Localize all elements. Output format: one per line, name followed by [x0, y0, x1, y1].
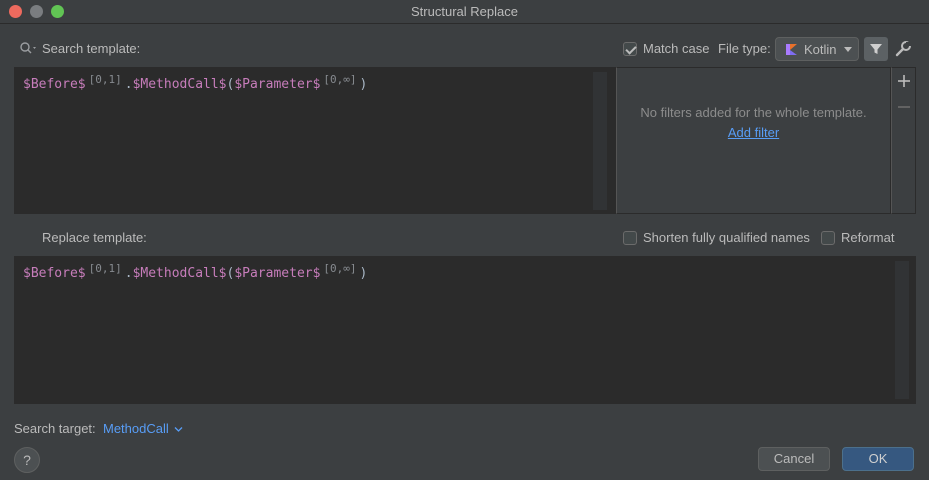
- replace-editor-scrollbar[interactable]: [895, 261, 909, 399]
- method-call-variable[interactable]: $MethodCall$: [133, 77, 227, 92]
- replace-template-code: $Before$ [0,1] .$MethodCall$($Parameter$ [0…: [23, 262, 368, 281]
- filters-panel: No filters added for the whole template.…: [616, 67, 891, 214]
- search-target-value: MethodCall: [103, 421, 169, 436]
- replace-template-label: Replace template:: [42, 230, 147, 245]
- search-target-label: Search target:: [14, 421, 96, 436]
- match-case-checkbox[interactable]: [623, 42, 637, 56]
- add-icon[interactable]: [897, 74, 911, 88]
- file-type-value: Kotlin: [804, 42, 837, 57]
- parameter-count-badge: [0,∞]: [323, 262, 357, 275]
- window-title: Structural Replace: [411, 4, 518, 19]
- search-template-icon[interactable]: [19, 41, 39, 57]
- parameter-count-badge: [0,∞]: [323, 73, 357, 86]
- search-template-code: $Before$ [0,1] .$MethodCall$($Parameter$ [0…: [23, 73, 368, 92]
- shorten-names-checkbox[interactable]: [623, 231, 637, 245]
- shorten-names-label: Shorten fully qualified names: [643, 230, 810, 245]
- filters-empty-text: No filters added for the whole template.: [640, 105, 867, 120]
- before-variable[interactable]: $Before$: [23, 266, 86, 281]
- help-button[interactable]: ?: [14, 447, 40, 473]
- match-case-label: Match case: [643, 41, 710, 56]
- file-type-label: File type:: [718, 41, 771, 56]
- settings-wrench-button[interactable]: [893, 39, 913, 59]
- search-editor-scrollbar[interactable]: [593, 72, 607, 210]
- title-bar: Structural Replace: [0, 0, 929, 24]
- kotlin-icon: [785, 43, 798, 56]
- reformat-label: Reformat: [841, 230, 895, 245]
- filter-toggle-button[interactable]: [864, 37, 888, 61]
- method-call-variable[interactable]: $MethodCall$: [133, 266, 227, 281]
- before-variable[interactable]: $Before$: [23, 77, 86, 92]
- before-count-badge: [0,1]: [88, 262, 122, 275]
- replace-template-editor[interactable]: $Before$ [0,1] .$MethodCall$($Parameter$ [0…: [14, 256, 916, 404]
- search-template-label: Search template:: [42, 41, 141, 56]
- add-filter-link[interactable]: Add filter: [728, 125, 779, 140]
- reformat-checkbox[interactable]: [821, 231, 835, 245]
- filters-toolbar: [891, 67, 916, 214]
- chevron-down-icon: [844, 47, 852, 52]
- parameter-variable[interactable]: $Parameter$: [234, 266, 320, 281]
- cancel-button[interactable]: Cancel: [758, 447, 830, 471]
- filter-icon: [870, 44, 882, 54]
- file-type-dropdown[interactable]: Kotlin: [775, 37, 859, 61]
- before-count-badge: [0,1]: [88, 73, 122, 86]
- search-template-editor[interactable]: $Before$ [0,1] .$MethodCall$($Parameter$ [0…: [14, 67, 616, 214]
- chevron-down-icon: [174, 427, 183, 432]
- ok-button[interactable]: OK: [842, 447, 914, 471]
- search-target-dropdown[interactable]: MethodCall: [103, 421, 183, 436]
- wrench-icon: [895, 41, 911, 57]
- remove-icon[interactable]: [897, 100, 911, 114]
- help-icon: ?: [23, 452, 31, 468]
- parameter-variable[interactable]: $Parameter$: [234, 77, 320, 92]
